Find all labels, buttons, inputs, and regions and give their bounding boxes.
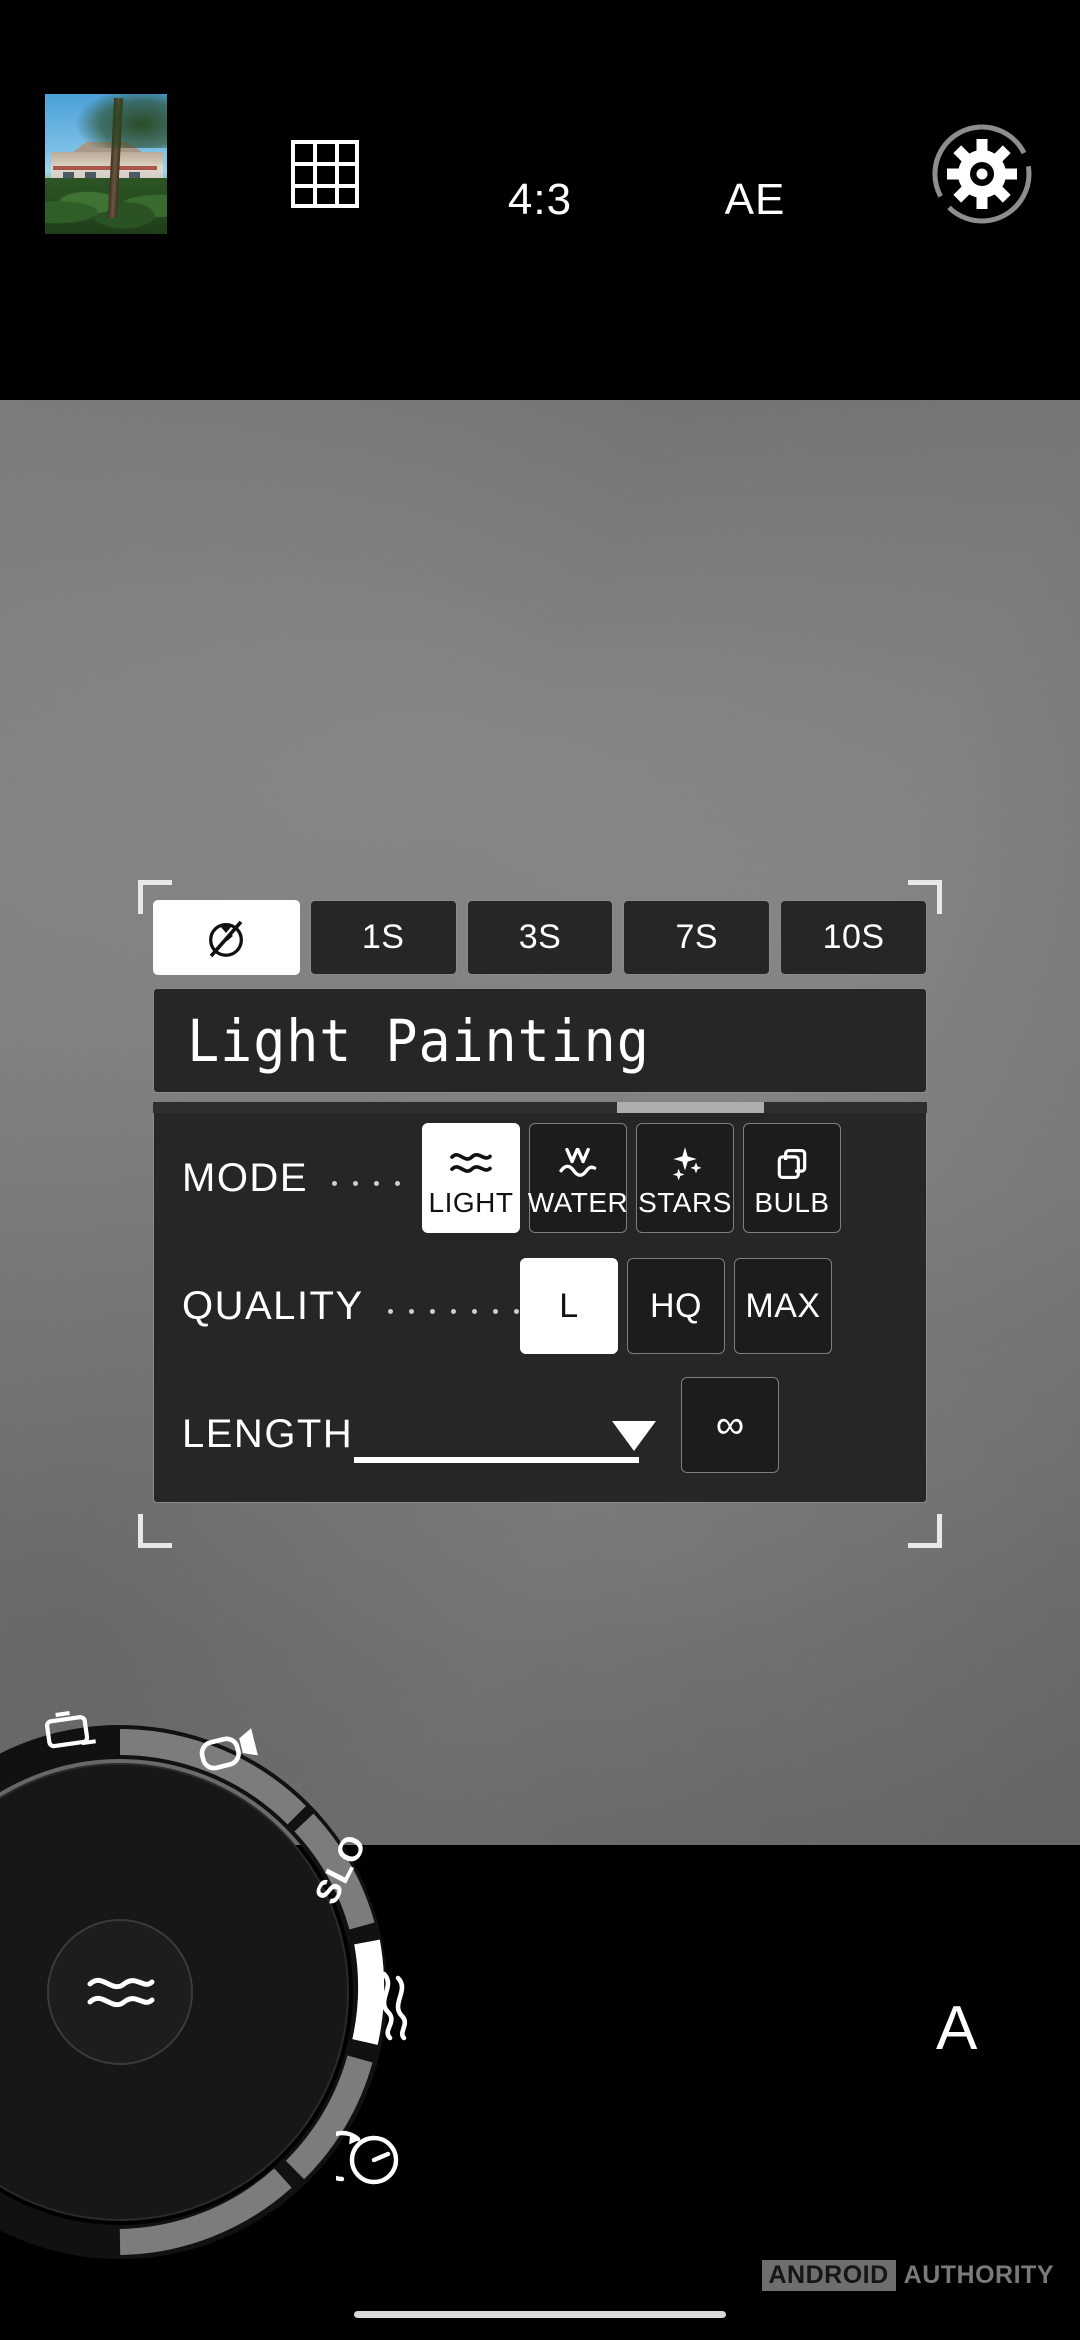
light-trails-wave-icon <box>448 1137 494 1183</box>
self-timer-row: 1S 3S 7S 10S <box>153 900 927 975</box>
quality-option-l-label: L <box>559 1286 579 1325</box>
thumbnail-tree-canopy <box>75 94 167 148</box>
quality-option-hq[interactable]: HQ <box>627 1258 725 1354</box>
flash-mode-button[interactable]: A <box>936 1993 977 2064</box>
exposure-lock-button[interactable]: AE <box>690 0 820 400</box>
quality-option-l[interactable]: L <box>520 1258 618 1354</box>
watermark-brand-text: AUTHORITY <box>903 2260 1054 2289</box>
length-slider-track <box>354 1457 639 1463</box>
quality-option-max-label: MAX <box>745 1286 821 1325</box>
timer-option-off[interactable] <box>153 900 300 975</box>
panel-corner-bracket <box>138 1514 172 1548</box>
thumbnail-foliage <box>45 178 167 234</box>
light-trails-wave-icon[interactable] <box>372 1968 416 2049</box>
setting-row-quality: QUALITY L HQ MAX <box>154 1243 926 1369</box>
mode-title-box: Light Painting <box>153 988 927 1093</box>
photo-camera-icon[interactable] <box>42 1705 98 1758</box>
page-title: Light Painting <box>187 1006 650 1075</box>
length-slider[interactable] <box>354 1421 656 1473</box>
camera-app-screen: 4:3 AE 1S 3S 7S 10S Light Painting MODE … <box>0 0 1080 2340</box>
mode-option-bulb-label: BULB <box>754 1187 830 1218</box>
row-dots-mode <box>308 1171 400 1186</box>
light-painting-settings-panel: 1S 3S 7S 10S Light Painting MODE LIGHT W… <box>138 880 942 1548</box>
watermark: ANDROID AUTHORITY <box>761 2258 1055 2292</box>
settings-rows: MODE LIGHT WATER STARS BULB QUALITY L HQ… <box>153 1113 927 1503</box>
setting-row-mode: MODE LIGHT WATER STARS BULB <box>154 1113 926 1243</box>
setting-row-length: LENGTH ∞ <box>154 1369 926 1499</box>
row-label-length: LENGTH <box>182 1411 354 1456</box>
settings-button[interactable] <box>930 122 1034 226</box>
video-camera-icon[interactable] <box>198 1728 260 1783</box>
thumbnail-trim <box>53 166 157 170</box>
mode-option-stars[interactable]: STARS <box>636 1123 734 1233</box>
star-sparkle-icon <box>664 1137 706 1183</box>
quality-option-max[interactable]: MAX <box>734 1258 832 1354</box>
last-photo-thumbnail[interactable] <box>45 94 167 234</box>
row-label-mode: MODE <box>182 1155 308 1200</box>
mode-option-stars-label: STARS <box>638 1187 732 1218</box>
grid-3x3-icon[interactable] <box>291 140 359 208</box>
gear-icon <box>932 124 1032 224</box>
panel-corner-bracket <box>908 1514 942 1548</box>
row-label-quality: QUALITY <box>182 1283 364 1328</box>
aspect-ratio-button[interactable]: 4:3 <box>470 0 610 400</box>
mode-option-water[interactable]: WATER <box>527 1123 629 1233</box>
timer-option-1s[interactable]: 1S <box>309 900 457 975</box>
timer-option-7s[interactable]: 7S <box>623 900 771 975</box>
quality-choices: L HQ MAX <box>520 1258 832 1354</box>
water-flow-icon <box>556 1137 600 1183</box>
timer-option-10s[interactable]: 10S <box>780 900 927 975</box>
watermark-brand-box: ANDROID <box>761 2259 896 2291</box>
bulb-layers-icon <box>772 1137 812 1183</box>
mode-option-light[interactable]: LIGHT <box>422 1123 520 1233</box>
mode-option-light-label: LIGHT <box>428 1187 514 1218</box>
row-dots-quality <box>364 1299 519 1314</box>
mode-choices: LIGHT WATER STARS BULB <box>422 1123 841 1233</box>
triangle-down-icon[interactable] <box>611 1421 656 1451</box>
mode-option-water-label: WATER <box>527 1187 629 1218</box>
home-gesture-bar[interactable] <box>354 2311 726 2318</box>
timelapse-icon[interactable] <box>317 2130 400 2193</box>
timer-option-3s[interactable]: 3S <box>466 900 614 975</box>
mode-option-bulb[interactable]: BULB <box>743 1123 841 1233</box>
quality-option-hq-label: HQ <box>650 1286 702 1325</box>
panel-scrollbar-thumb[interactable] <box>617 1102 765 1113</box>
top-control-bar: 4:3 AE <box>0 0 1080 400</box>
aspect-ratio-label: 4:3 <box>507 175 573 224</box>
exposure-lock-label: AE <box>724 175 786 224</box>
timer-off-icon <box>209 920 244 957</box>
length-option-infinity[interactable]: ∞ <box>681 1377 779 1473</box>
panel-scrollbar-track[interactable] <box>153 1102 927 1113</box>
